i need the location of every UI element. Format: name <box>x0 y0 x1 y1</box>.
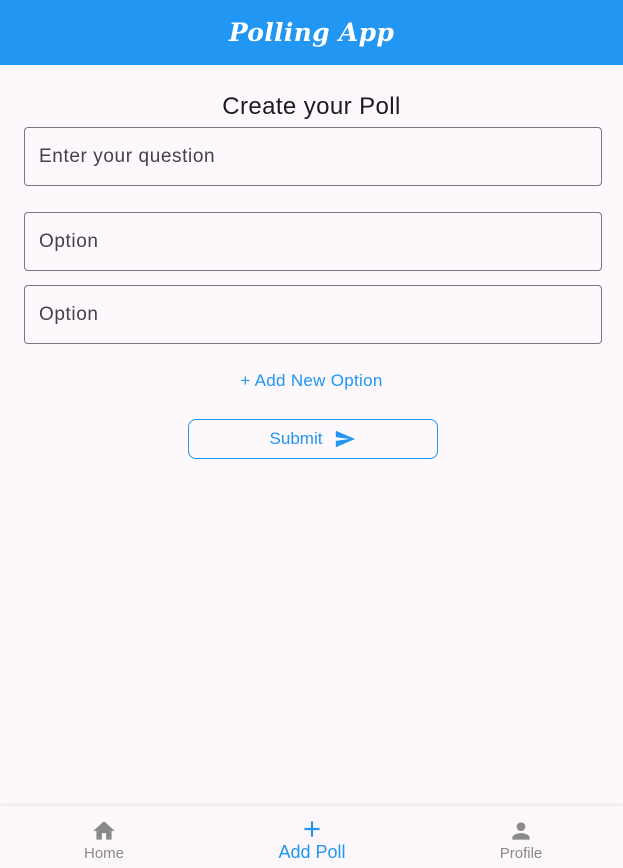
app-bar: Polling App <box>0 0 623 65</box>
nav-label-profile: Profile <box>499 845 543 862</box>
page-title: Create your Poll <box>222 93 401 120</box>
app-title: Polling App <box>228 18 395 47</box>
plus-icon <box>304 821 320 837</box>
nav-item-profile[interactable]: Profile <box>417 806 623 868</box>
submit-label: Submit <box>269 429 323 448</box>
nav-label-home: Home <box>83 845 124 862</box>
option-input-2[interactable] <box>39 286 601 343</box>
home-icon <box>93 821 115 840</box>
option-input-1[interactable] <box>39 213 601 270</box>
person-icon <box>512 822 530 840</box>
send-icon <box>336 430 356 448</box>
nav-label-add-poll: Add Poll <box>278 842 346 862</box>
question-field[interactable] <box>24 127 602 186</box>
question-input[interactable] <box>39 128 601 185</box>
option-field-1[interactable] <box>24 212 602 271</box>
nav-item-home[interactable]: Home <box>0 806 208 868</box>
nav-item-add-poll[interactable]: Add Poll <box>208 806 416 868</box>
submit-button[interactable]: Submit <box>188 419 438 459</box>
option-field-2[interactable] <box>24 285 602 344</box>
bottom-navigation: Home Add Poll Profile <box>0 805 623 867</box>
add-new-option-button[interactable]: + Add New Option <box>0 371 623 391</box>
